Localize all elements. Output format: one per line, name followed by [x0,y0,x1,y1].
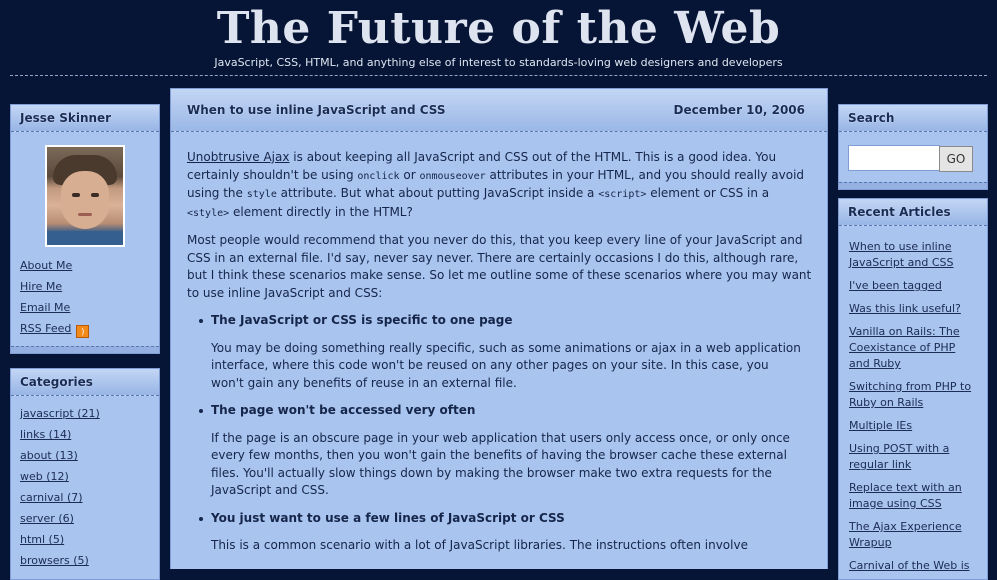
search-box-footer [839,182,987,189]
recent-article-link[interactable]: When to use inline JavaScript and CSS [839,237,987,273]
category-link[interactable]: about (13) [11,445,100,466]
article-body: Unobtrusive Ajax is about keeping all Ja… [187,149,813,565]
author-box: Jesse Skinner About Me Hire Me Email Me … [10,104,160,354]
rss-feed-entry: RSS Feed) [11,318,90,339]
article-paragraph: Most people would recommend that you nev… [187,233,812,300]
scenario-item: You just want to use a few lines of Java… [199,510,813,555]
author-avatar [45,145,125,247]
category-link[interactable]: javascript (21) [11,403,100,424]
header-divider [10,75,987,76]
recent-article-link[interactable]: Switching from PHP to Ruby on Rails [839,377,987,413]
recent-article-link[interactable]: Carnival of the Web is [839,556,987,576]
article-paragraph: Unobtrusive Ajax is about keeping all Ja… [187,150,805,219]
category-link[interactable]: html (5) [11,529,100,550]
categories-box: Categories javascript (21) links (14) ab… [10,368,160,580]
recent-articles-heading: Recent Articles [839,199,987,226]
recent-articles-box: Recent Articles When to use inline JavaS… [838,198,988,580]
category-link[interactable]: web (12) [11,466,100,487]
recent-article-link[interactable]: Multiple IEs [839,416,987,436]
category-link[interactable]: carnival (7) [11,487,100,508]
site-tagline: JavaScript, CSS, HTML, and anything else… [214,56,783,69]
article-header: When to use inline JavaScript and CSS De… [171,89,827,132]
rss-feed-link[interactable]: RSS Feed [20,322,71,335]
email-me-link[interactable]: Email Me [11,297,89,318]
search-heading: Search [839,105,987,132]
scenario-heading: The page won't be accessed very often [211,403,476,417]
scenario-text: If the page is an obscure page in your w… [211,430,790,498]
recent-article-link[interactable]: Was this link useful? [839,299,987,319]
site-header: The Future of the Web JavaScript, CSS, H… [0,0,997,80]
author-box-footer [11,346,159,353]
author-box-heading: Jesse Skinner [11,105,159,132]
scenario-heading: The JavaScript or CSS is specific to one… [211,313,513,327]
category-link[interactable]: server (6) [11,508,100,529]
scenario-heading: You just want to use a few lines of Java… [211,510,565,525]
about-me-link[interactable]: About Me [11,255,89,276]
rss-feed-icon[interactable]: ) [76,325,90,338]
recent-article-link[interactable]: Vanilla on Rails: The Coexistance of PHP… [839,322,987,374]
article-title[interactable]: When to use inline JavaScript and CSS [187,103,446,117]
site-title[interactable]: The Future of the Web [0,2,997,56]
category-link[interactable]: links (14) [11,424,100,445]
article-panel: When to use inline JavaScript and CSS De… [170,88,828,569]
hire-me-link[interactable]: Hire Me [11,276,89,297]
article-date: December 10, 2006 [673,103,805,117]
recent-article-link[interactable]: Replace text with an image using CSS [839,478,987,514]
recent-article-link[interactable]: The Ajax Experience Wrapup [839,517,987,553]
scenario-text: This is a common scenario with a lot of … [211,538,748,552]
unobtrusive-ajax-link[interactable]: Unobtrusive Ajax [187,150,289,164]
scenario-list: The JavaScript or CSS is specific to one… [187,312,813,555]
search-box: Search GO [838,104,988,190]
categories-heading: Categories [11,369,159,396]
scenario-item: The page won't be accessed very often If… [199,402,813,500]
scenario-text: You may be doing something really specif… [211,340,801,390]
search-go-button[interactable]: GO [939,146,973,172]
recent-article-link[interactable]: Using POST with a regular link [839,439,987,475]
search-input[interactable] [848,145,940,171]
recent-article-link[interactable]: I've been tagged [839,276,987,296]
scenario-item: The JavaScript or CSS is specific to one… [199,312,813,392]
